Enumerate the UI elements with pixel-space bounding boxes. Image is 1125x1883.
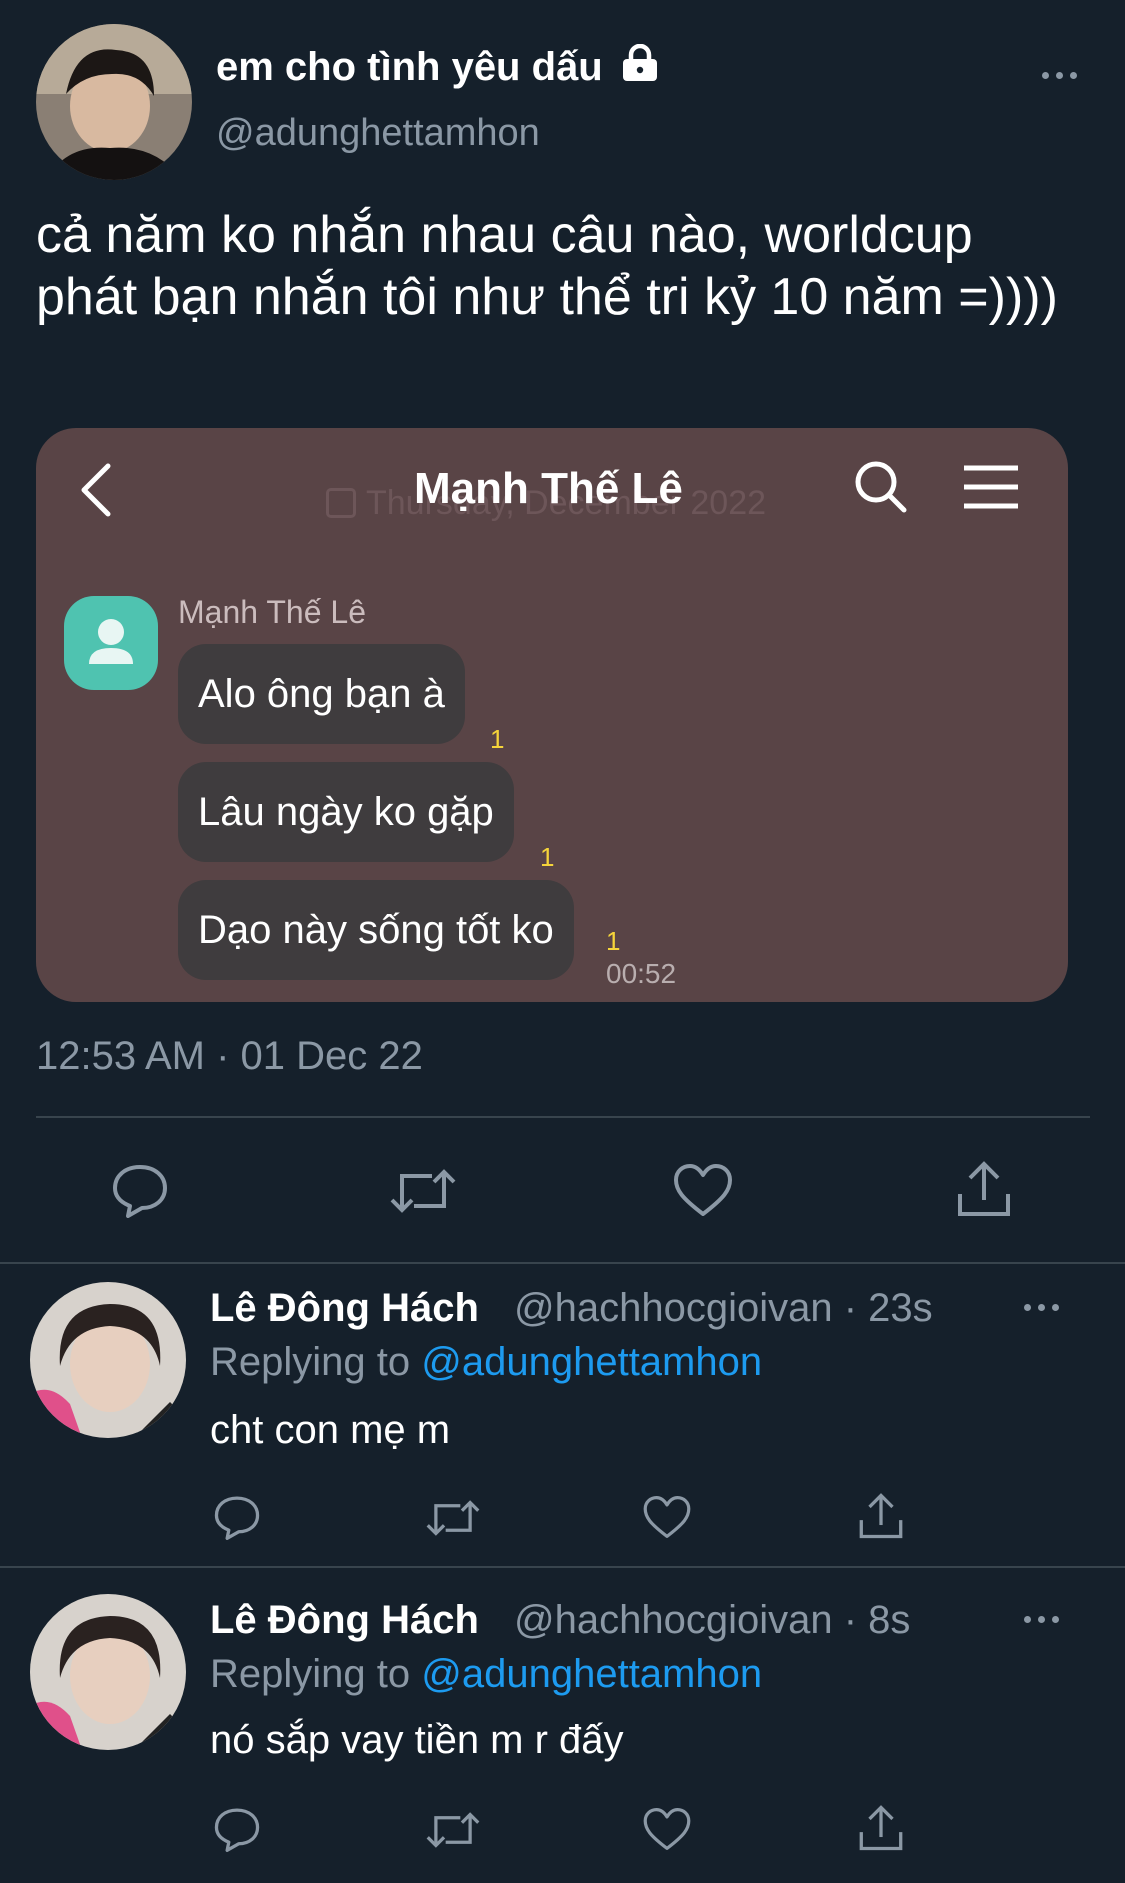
chat-bubble: Lâu ngày ko gặp xyxy=(178,762,514,862)
contact-avatar xyxy=(64,596,158,690)
share-icon[interactable] xyxy=(858,1804,904,1852)
menu-icon xyxy=(962,464,1020,515)
like-icon[interactable] xyxy=(642,1806,692,1852)
unread-count: 1 xyxy=(490,724,505,754)
divider xyxy=(0,1262,1125,1264)
replying-label: Replying to xyxy=(210,1340,411,1384)
like-icon[interactable] xyxy=(642,1494,692,1540)
chat-time: 00:52 xyxy=(606,958,677,989)
calendar-icon xyxy=(326,488,356,518)
reply-text: cht con mẹ m xyxy=(210,1408,451,1452)
replying-to-line: Replying to @adunghettamhon xyxy=(210,1652,762,1697)
unread-count: 1 xyxy=(606,926,621,956)
reply-display-name[interactable]: Lê Đông Hách xyxy=(210,1286,479,1331)
lock-icon xyxy=(620,43,660,92)
reply-handle-time[interactable]: @hachhocgioivan · 8s xyxy=(514,1598,910,1643)
tweet-text: cả năm ko nhắn nhau câu nào, worldcup ph… xyxy=(36,206,1058,326)
author-handle[interactable]: @adunghettamhon xyxy=(216,112,540,155)
replying-to-link[interactable]: @adunghettamhon xyxy=(421,1340,762,1384)
reply-avatar[interactable] xyxy=(30,1282,186,1438)
author-avatar[interactable] xyxy=(36,24,192,180)
divider xyxy=(36,1116,1090,1118)
share-icon[interactable] xyxy=(956,1160,1012,1218)
replying-to-line: Replying to @adunghettamhon xyxy=(210,1340,762,1385)
chat-title: Mạnh Thế Lê xyxy=(414,464,683,513)
tweet-media-image[interactable]: Thursday, December 2022 Mạnh Thế Lê Mạnh… xyxy=(36,428,1068,1002)
share-icon[interactable] xyxy=(858,1492,904,1540)
reply-text: nó sắp vay tiền m r đấy xyxy=(210,1718,624,1762)
more-icon[interactable] xyxy=(1042,72,1077,79)
retweet-icon[interactable] xyxy=(424,1808,482,1852)
reply-icon[interactable] xyxy=(212,1806,262,1852)
reply-display-name[interactable]: Lê Đông Hách xyxy=(210,1598,479,1643)
like-icon[interactable] xyxy=(672,1162,734,1218)
replying-to-link[interactable]: @adunghettamhon xyxy=(421,1652,762,1696)
author-name-text: em cho tình yêu dấu xyxy=(216,45,603,89)
reply-icon[interactable] xyxy=(212,1494,262,1540)
chat-contact-name: Mạnh Thế Lê xyxy=(178,594,366,630)
divider xyxy=(0,1566,1125,1568)
more-icon[interactable] xyxy=(1024,1616,1059,1623)
author-display-name[interactable]: em cho tình yêu dấu xyxy=(216,43,660,92)
user-icon xyxy=(89,619,133,664)
chat-bubble: Dạo này sống tốt ko xyxy=(178,880,574,980)
search-icon xyxy=(852,458,910,521)
reply-handle-time[interactable]: @hachhocgioivan · 23s xyxy=(514,1286,933,1331)
unread-count: 1 xyxy=(540,842,555,872)
tweet-timestamp[interactable]: 12:53 AM · 01 Dec 22 xyxy=(36,1034,423,1079)
reply-avatar[interactable] xyxy=(30,1594,186,1750)
retweet-icon[interactable] xyxy=(388,1164,458,1218)
more-icon[interactable] xyxy=(1024,1304,1059,1311)
back-chevron-icon xyxy=(78,462,114,523)
replying-label: Replying to xyxy=(210,1652,411,1696)
reply-icon[interactable] xyxy=(110,1162,170,1218)
chat-bubble: Alo ông bạn à xyxy=(178,644,465,744)
retweet-icon[interactable] xyxy=(424,1496,482,1540)
